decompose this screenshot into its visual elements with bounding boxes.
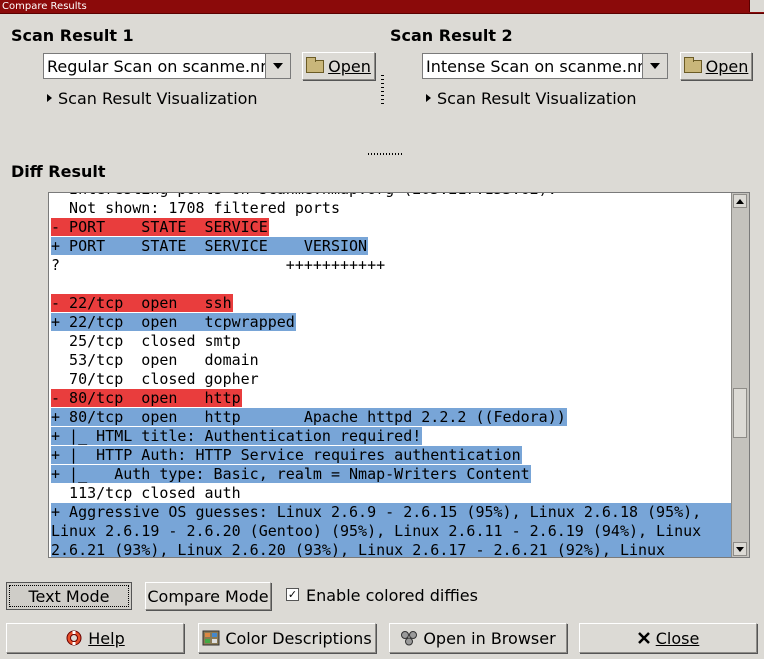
- diff-line-text: + 22/tcp open tcpwrapped: [51, 313, 296, 331]
- expander-arrow-icon: [47, 93, 52, 102]
- colored-diffs-label: Enable colored diffies: [306, 586, 478, 605]
- open-in-browser-button[interactable]: Open in Browser: [389, 623, 567, 653]
- diff-line-removed: - 80/tcp open http: [51, 389, 731, 408]
- scan2-visualization-expander[interactable]: Scan Result Visualization: [426, 89, 637, 108]
- scan1-open-button[interactable]: Open: [302, 52, 375, 80]
- help-lifebuoy-icon: [65, 630, 83, 646]
- diff-line-text: 53/tcp open domain: [51, 351, 259, 369]
- diff-header: Diff Result: [11, 162, 106, 181]
- close-label: Close: [655, 628, 700, 648]
- colored-diffs-checkbox[interactable]: ✓: [286, 588, 299, 601]
- diff-line-text: 113/tcp closed auth: [51, 484, 241, 502]
- close-icon: [637, 630, 651, 646]
- diff-line-added: + |_ Auth type: Basic, realm = Nmap-Writ…: [51, 465, 731, 484]
- scan1-open-label: Open: [328, 56, 371, 76]
- help-button[interactable]: Help: [6, 623, 184, 653]
- diff-line-removed: - 22/tcp open ssh: [51, 294, 731, 313]
- color-descriptions-button[interactable]: Color Descriptions: [198, 623, 376, 653]
- color-descriptions-label: Color Descriptions: [225, 628, 372, 648]
- diff-line-text: - PORT STATE SERVICE: [51, 218, 269, 236]
- scan2-open-label: Open: [705, 56, 749, 76]
- diff-block-line: + Aggressive OS guesses: Linux 2.6.9 - 2…: [51, 503, 702, 521]
- diff-line-text: ? +++++++++++: [51, 256, 386, 274]
- scan2-combo[interactable]: Intense Scan on scanme.nmap.org: [422, 53, 668, 79]
- pane-divider-grip[interactable]: [381, 75, 384, 105]
- scan2-expander-label: Scan Result Visualization: [437, 89, 637, 108]
- folder-open-icon: [683, 56, 702, 73]
- diff-block-added: + Aggressive OS guesses: Linux 2.6.9 - 2…: [51, 503, 731, 558]
- diff-line-text: 25/tcp closed smtp: [51, 332, 241, 350]
- scan2-combo-value: Intense Scan on scanme.nmap.org: [426, 57, 667, 76]
- scan2-header: Scan Result 2: [390, 26, 513, 45]
- diff-scrollbar[interactable]: [731, 193, 749, 557]
- color-palette-icon: [202, 630, 220, 646]
- diff-line-removed: - PORT STATE SERVICE: [51, 218, 731, 237]
- diff-block-line: Linux 2.6.19 - 2.6.20 (Gentoo) (95%), Li…: [51, 522, 702, 540]
- window-title: Compare Results: [2, 1, 87, 12]
- open-in-browser-label: Open in Browser: [423, 628, 556, 648]
- diff-line: Not shown: 1708 filtered ports: [51, 199, 731, 218]
- chevron-down-icon[interactable]: [642, 54, 667, 78]
- diff-line-text: + 80/tcp open http Apache httpd 2.2.2 ((…: [51, 408, 567, 426]
- scroll-down-icon[interactable]: [733, 542, 747, 556]
- network-globe-icon: [400, 630, 418, 646]
- diff-line-added: + PORT STATE SERVICE VERSION: [51, 237, 731, 256]
- diff-line: 113/tcp closed auth: [51, 484, 731, 503]
- diff-line-added: + |_ HTML title: Authentication required…: [51, 427, 731, 446]
- diff-line: 25/tcp closed smtp: [51, 332, 731, 351]
- diff-line-added: + 80/tcp open http Apache httpd 2.2.2 ((…: [51, 408, 731, 427]
- title-bar: Compare Results: [0, 0, 764, 14]
- diff-line-text: + |_ HTML title: Authentication required…: [51, 427, 423, 445]
- scan2-open-button[interactable]: Open: [680, 52, 752, 80]
- diff-line: [51, 275, 731, 294]
- diff-line-added: + 22/tcp open tcpwrapped: [51, 313, 731, 332]
- diff-block-line: 2.6.21 (93%), Linux 2.6.20 (93%), Linux …: [51, 541, 666, 558]
- pane-resize-grip[interactable]: [368, 153, 402, 155]
- diff-line-text: 70/tcp closed gopher: [51, 370, 259, 388]
- diff-line-text: - 22/tcp open ssh: [51, 294, 233, 312]
- diff-text-view[interactable]: Interesting ports on scanme.nmap.org (20…: [48, 192, 750, 558]
- scan1-header: Scan Result 1: [11, 26, 134, 45]
- scroll-up-icon[interactable]: [733, 194, 747, 208]
- diff-line: Interesting ports on scanme.nmap.org (20…: [51, 193, 731, 199]
- scan1-expander-label: Scan Result Visualization: [58, 89, 258, 108]
- diff-line-text: Interesting ports on scanme.nmap.org (20…: [51, 193, 558, 198]
- close-button[interactable]: Close: [579, 623, 757, 653]
- diff-line-text: + | HTTP Auth: HTTP Service requires aut…: [51, 446, 522, 464]
- diff-line-text: [51, 275, 52, 293]
- folder-open-icon: [306, 56, 325, 73]
- diff-line-added: + | HTTP Auth: HTTP Service requires aut…: [51, 446, 731, 465]
- diff-line-text: + PORT STATE SERVICE VERSION: [51, 237, 369, 255]
- scan1-combo-value: Regular Scan on scanme.nmap.org: [47, 57, 290, 76]
- diff-line: 53/tcp open domain: [51, 351, 731, 370]
- diff-lines: Interesting ports on scanme.nmap.org (20…: [51, 193, 731, 558]
- scan1-visualization-expander[interactable]: Scan Result Visualization: [47, 89, 258, 108]
- window-control-button[interactable]: [749, 0, 764, 12]
- help-label: Help: [88, 628, 125, 648]
- chevron-down-icon[interactable]: [265, 54, 290, 78]
- diff-line-text: - 80/tcp open http: [51, 389, 242, 407]
- scan1-combo[interactable]: Regular Scan on scanme.nmap.org: [43, 53, 291, 79]
- diff-line-text: + |_ Auth type: Basic, realm = Nmap-Writ…: [51, 465, 531, 483]
- text-mode-button[interactable]: Text Mode: [6, 582, 132, 610]
- diff-line-text: Not shown: 1708 filtered ports: [51, 199, 340, 217]
- diff-line: ? +++++++++++: [51, 256, 731, 275]
- compare-mode-button[interactable]: Compare Mode: [145, 582, 271, 610]
- diff-line: 70/tcp closed gopher: [51, 370, 731, 389]
- expander-arrow-icon: [426, 93, 431, 102]
- scroll-thumb[interactable]: [733, 388, 747, 438]
